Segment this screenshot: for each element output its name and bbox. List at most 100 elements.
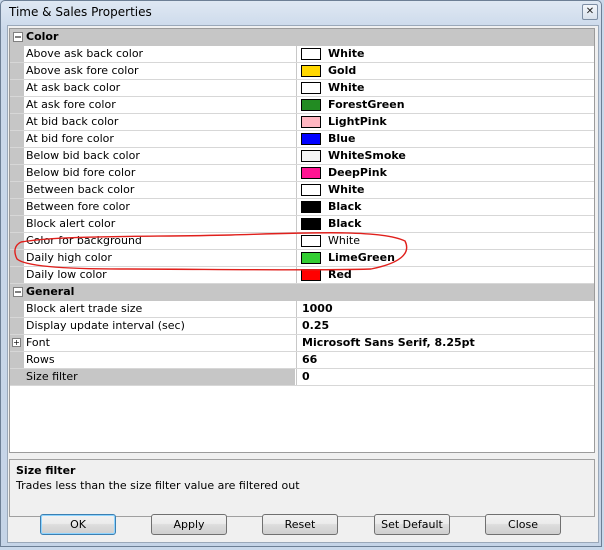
property-name[interactable]: Block alert color xyxy=(26,216,296,232)
column-divider[interactable] xyxy=(296,233,297,249)
color-value-text: WhiteSmoke xyxy=(328,149,406,162)
property-value[interactable]: DeepPink xyxy=(298,165,594,181)
row-gutter xyxy=(10,46,24,62)
property-name[interactable]: Daily high color xyxy=(26,250,296,266)
property-name[interactable]: Color for background xyxy=(26,233,296,249)
property-name[interactable]: At bid back color xyxy=(26,114,296,130)
property-name[interactable]: At bid fore color xyxy=(26,131,296,147)
column-divider[interactable] xyxy=(296,267,297,283)
property-name[interactable]: Rows xyxy=(26,352,296,368)
column-divider[interactable] xyxy=(296,318,297,334)
property-row-between-fore-color[interactable]: Between fore color Black xyxy=(10,199,594,216)
property-row-at-ask-fore-color[interactable]: At ask fore color ForestGreen xyxy=(10,97,594,114)
properties-window: Time & Sales Properties ✕ Color Above ask… xyxy=(0,0,602,547)
property-value[interactable]: White xyxy=(298,182,594,198)
column-divider[interactable] xyxy=(296,97,297,113)
property-row-above-ask-fore-color[interactable]: Above ask fore color Gold xyxy=(10,63,594,80)
property-value[interactable]: Red xyxy=(298,267,594,283)
column-divider[interactable] xyxy=(296,131,297,147)
property-value[interactable]: 0 xyxy=(298,369,594,385)
column-divider[interactable] xyxy=(296,369,297,385)
column-divider[interactable] xyxy=(296,165,297,181)
property-value[interactable]: Blue xyxy=(298,131,594,147)
collapse-icon[interactable] xyxy=(13,287,23,297)
property-row-above-ask-back-color[interactable]: Above ask back color White xyxy=(10,46,594,63)
property-name[interactable]: Block alert trade size xyxy=(26,301,296,317)
column-divider[interactable] xyxy=(296,80,297,96)
property-row-font[interactable]: + Font Microsoft Sans Serif, 8.25pt xyxy=(10,335,594,352)
property-value[interactable]: White xyxy=(298,233,594,249)
property-name[interactable]: At ask back color xyxy=(26,80,296,96)
property-name[interactable]: Size filter xyxy=(24,369,295,385)
ok-button[interactable]: OK xyxy=(40,514,116,535)
property-value[interactable]: Gold xyxy=(298,63,594,79)
property-row-below-bid-back-color[interactable]: Below bid back color WhiteSmoke xyxy=(10,148,594,165)
row-gutter xyxy=(10,301,24,317)
column-divider[interactable] xyxy=(296,199,297,215)
property-grid[interactable]: Color Above ask back color White Above ask … xyxy=(9,28,595,453)
color-value-text: White xyxy=(328,234,360,247)
property-row-daily-low-color[interactable]: Daily low color Red xyxy=(10,267,594,284)
property-row-display-update-interval-sec[interactable]: Display update interval (sec) 0.25 xyxy=(10,318,594,335)
color-swatch xyxy=(301,269,321,281)
property-name[interactable]: Above ask fore color xyxy=(26,63,296,79)
property-row-at-bid-back-color[interactable]: At bid back color LightPink xyxy=(10,114,594,131)
property-row-at-bid-fore-color[interactable]: At bid fore color Blue xyxy=(10,131,594,148)
column-divider[interactable] xyxy=(296,335,297,351)
column-divider[interactable] xyxy=(296,182,297,198)
property-row-between-back-color[interactable]: Between back color White xyxy=(10,182,594,199)
column-divider[interactable] xyxy=(296,114,297,130)
property-name[interactable]: Between back color xyxy=(26,182,296,198)
property-row-at-ask-back-color[interactable]: At ask back color White xyxy=(10,80,594,97)
property-value[interactable]: Microsoft Sans Serif, 8.25pt xyxy=(298,335,594,351)
window-title: Time & Sales Properties xyxy=(9,5,152,19)
row-gutter xyxy=(10,199,24,215)
close-button[interactable]: Close xyxy=(485,514,561,535)
category-general[interactable]: General xyxy=(10,284,594,301)
property-value[interactable]: WhiteSmoke xyxy=(298,148,594,164)
property-row-block-alert-trade-size[interactable]: Block alert trade size 1000 xyxy=(10,301,594,318)
property-value[interactable]: 1000 xyxy=(298,301,594,317)
property-row-rows[interactable]: Rows 66 xyxy=(10,352,594,369)
close-window-button[interactable]: ✕ xyxy=(582,4,598,20)
property-value[interactable]: 66 xyxy=(298,352,594,368)
category-color[interactable]: Color xyxy=(10,29,594,46)
property-name[interactable]: Font xyxy=(26,335,296,351)
property-value[interactable]: ForestGreen xyxy=(298,97,594,113)
property-value[interactable]: White xyxy=(298,46,594,62)
set-default-button[interactable]: Set Default xyxy=(374,514,450,535)
column-divider[interactable] xyxy=(296,63,297,79)
property-name[interactable]: Daily low color xyxy=(26,267,296,283)
property-row-block-alert-color[interactable]: Block alert color Black xyxy=(10,216,594,233)
column-divider[interactable] xyxy=(296,301,297,317)
expand-icon[interactable]: + xyxy=(12,338,21,347)
property-value[interactable]: White xyxy=(298,80,594,96)
column-divider[interactable] xyxy=(296,250,297,266)
property-row-daily-high-color[interactable]: Daily high color LimeGreen xyxy=(10,250,594,267)
property-row-size-filter[interactable]: Size filter 0 xyxy=(10,369,594,386)
column-divider[interactable] xyxy=(296,352,297,368)
property-name[interactable]: Below bid fore color xyxy=(26,165,296,181)
row-gutter xyxy=(10,80,24,96)
collapse-icon[interactable] xyxy=(13,32,23,42)
property-value[interactable]: LimeGreen xyxy=(298,250,594,266)
property-name[interactable]: Display update interval (sec) xyxy=(26,318,296,334)
column-divider[interactable] xyxy=(296,46,297,62)
row-gutter xyxy=(10,97,24,113)
property-name[interactable]: Above ask back color xyxy=(26,46,296,62)
property-value[interactable]: Black xyxy=(298,216,594,232)
dialog-client-area: Color Above ask back color White Above ask … xyxy=(7,25,599,543)
reset-button[interactable]: Reset xyxy=(262,514,338,535)
property-name[interactable]: Below bid back color xyxy=(26,148,296,164)
property-name[interactable]: Between fore color xyxy=(26,199,296,215)
property-value[interactable]: 0.25 xyxy=(298,318,594,334)
column-divider[interactable] xyxy=(296,148,297,164)
column-divider[interactable] xyxy=(296,216,297,232)
property-name[interactable]: At ask fore color xyxy=(26,97,296,113)
apply-button[interactable]: Apply xyxy=(151,514,227,535)
property-value[interactable]: LightPink xyxy=(298,114,594,130)
property-value[interactable]: Black xyxy=(298,199,594,215)
property-row-below-bid-fore-color[interactable]: Below bid fore color DeepPink xyxy=(10,165,594,182)
property-row-color-for-background[interactable]: Color for background White xyxy=(10,233,594,250)
title-bar[interactable]: Time & Sales Properties ✕ xyxy=(1,1,601,25)
